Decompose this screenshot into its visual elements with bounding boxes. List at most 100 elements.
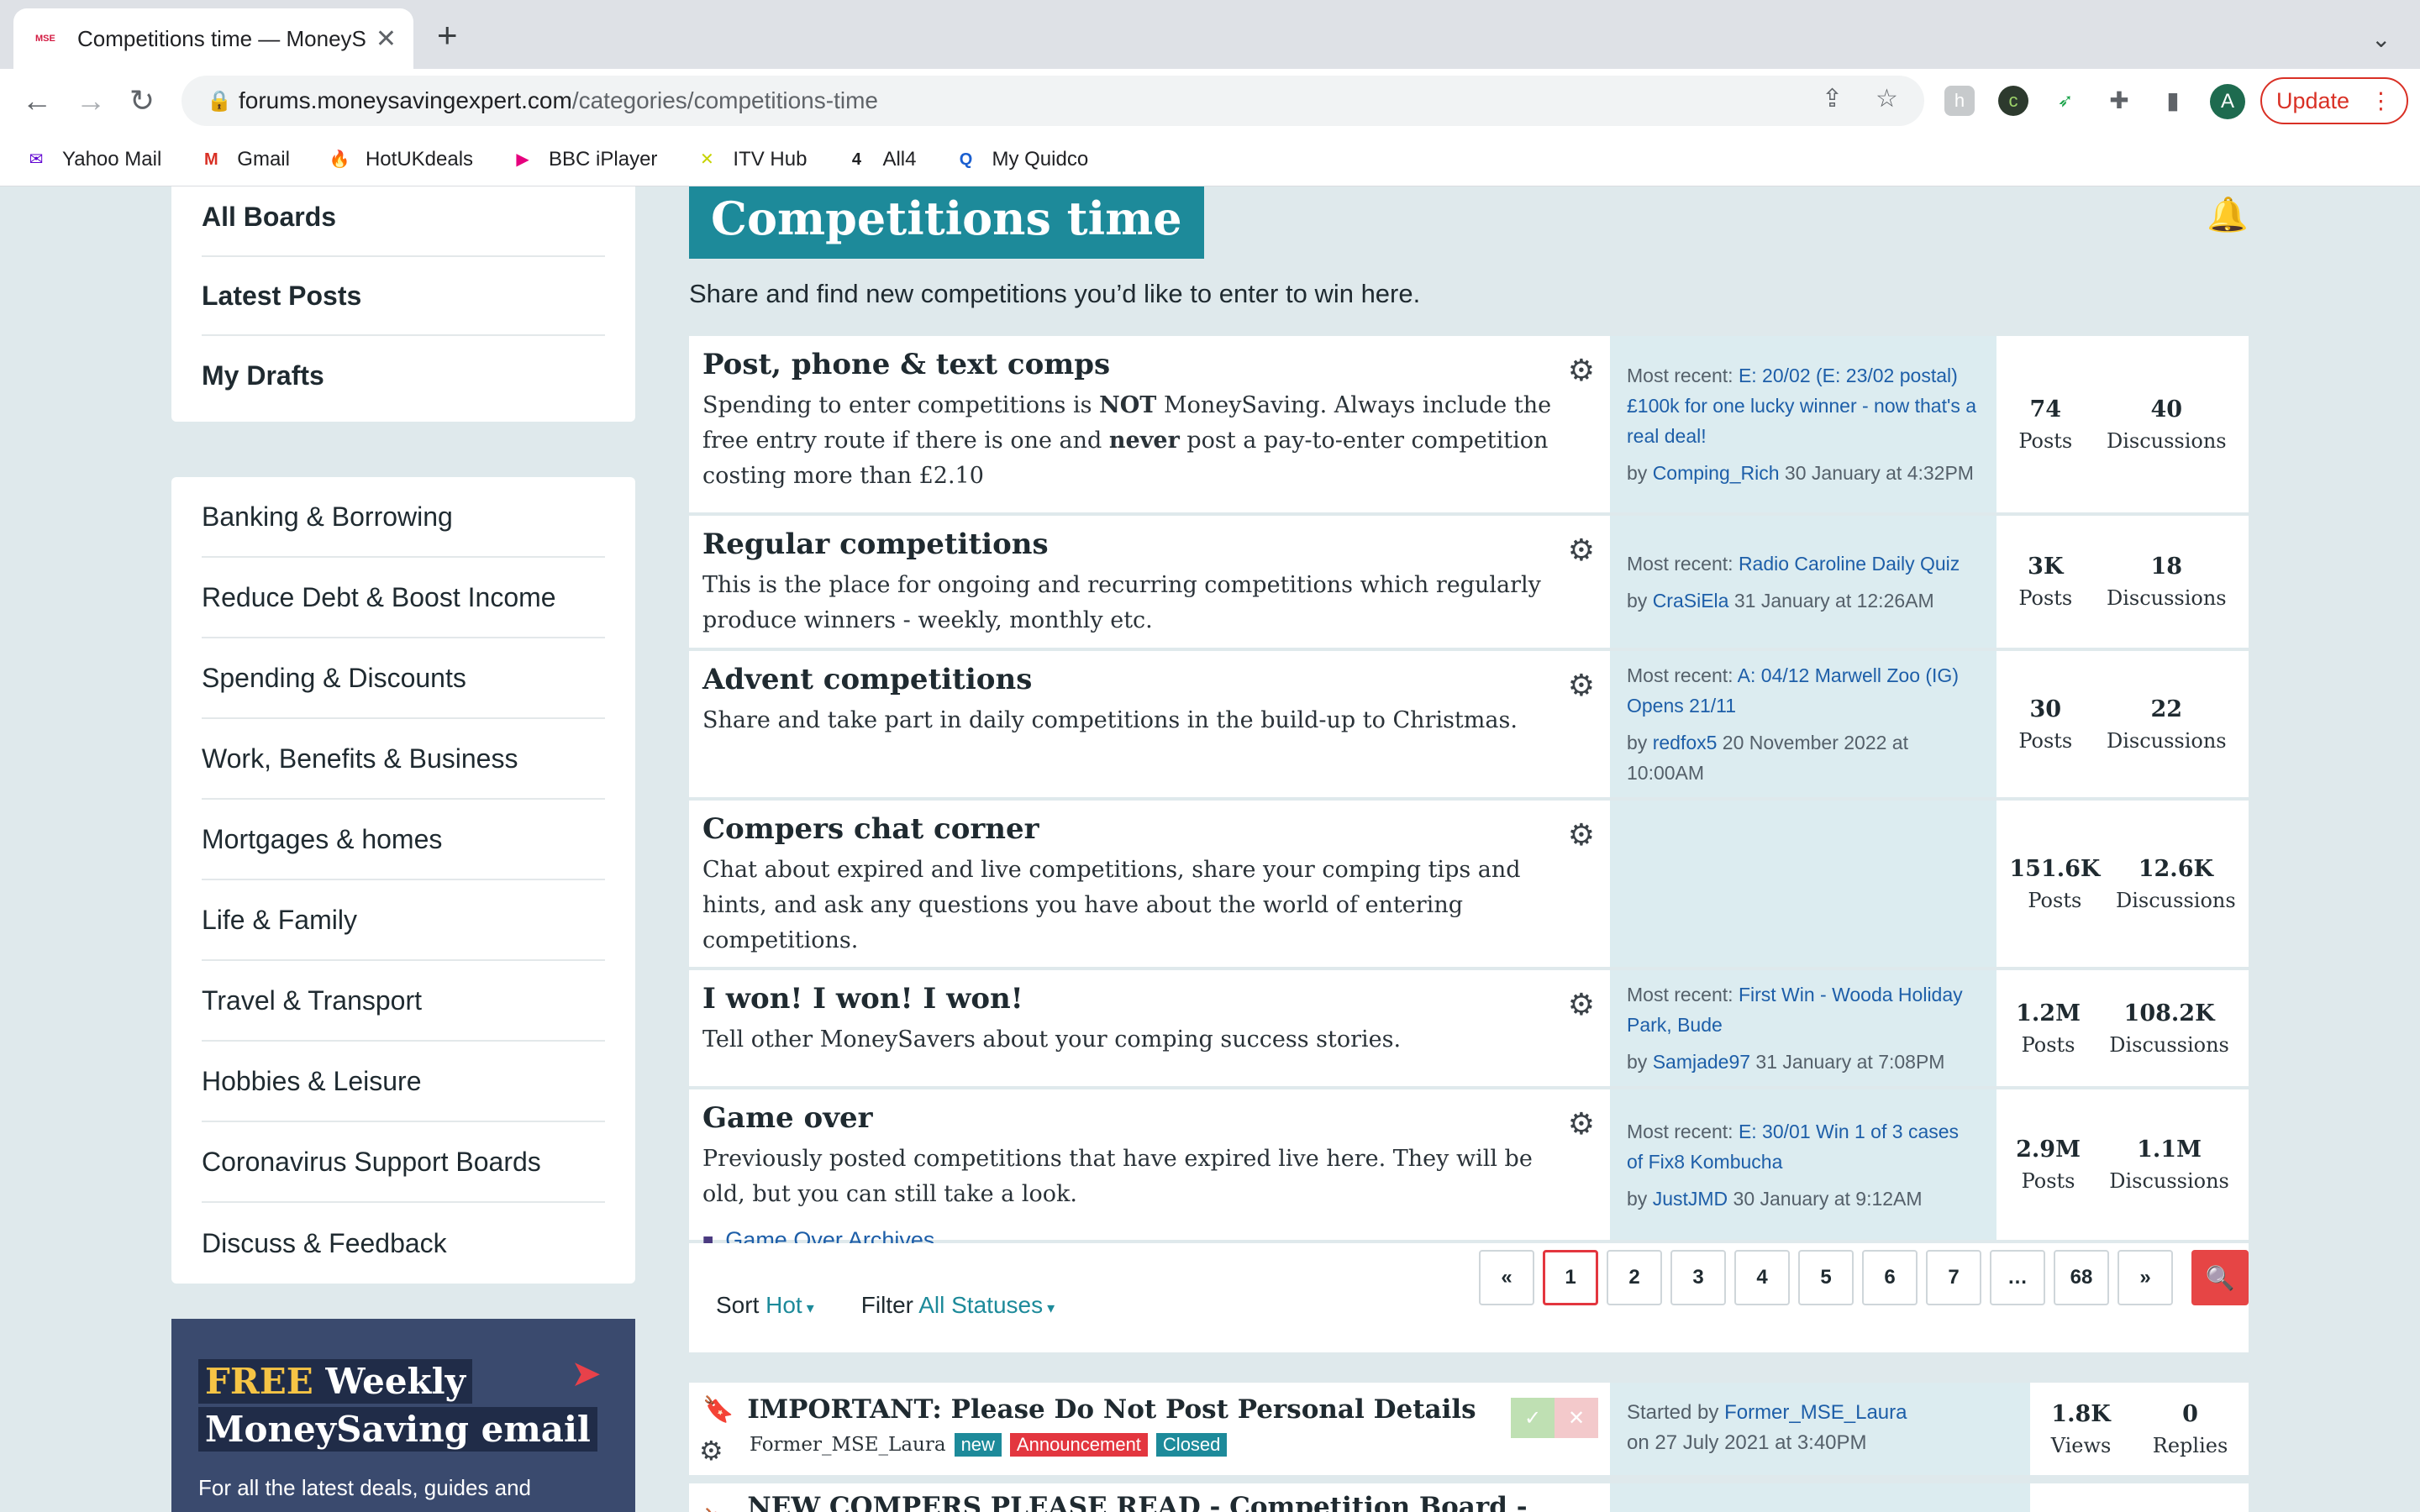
pagination-prev[interactable]: « [1479,1250,1534,1305]
sort-control[interactable]: Sort Hot ▾ [716,1292,814,1319]
filter-control[interactable]: Filter All Statuses ▾ [861,1292,1055,1319]
back-arrow-icon[interactable]: ← [22,82,52,119]
post-time: 31 January at 7:08PM [1750,1051,1945,1073]
reject-close-icon[interactable]: ✕ [1555,1398,1598,1438]
started-by-link[interactable]: Former_MSE_Laura [1724,1401,1907,1424]
gear-icon[interactable]: ⚙ [1568,353,1595,388]
notification-bell-icon[interactable]: 🔔 [2207,195,2249,234]
by-label: by [1627,732,1653,753]
board-name[interactable]: Compers chat corner [702,812,1597,846]
sidebar-item-latest-posts[interactable]: Latest Posts [202,257,605,336]
sidebar-item-reduce-debt-boost-income[interactable]: Reduce Debt & Boost Income [202,558,605,638]
extension-1-icon[interactable]: h [1944,86,1975,116]
pagination-next[interactable]: » [2118,1250,2173,1305]
sidebar-item-travel-transport[interactable]: Travel & Transport [202,961,605,1042]
tab-close-icon[interactable]: ✕ [376,24,397,54]
yahoo-icon: ✉ [29,150,44,169]
new-tab-plus-icon[interactable]: + [437,18,458,53]
bookmark-gmail[interactable]: M Gmail [198,148,290,171]
discussion-title-line: 🔖 NEW COMPERS PLEASE READ - Competition … [702,1492,1597,1512]
board-name[interactable]: Advent competitions [702,663,1597,696]
most-recent-label: Most recent: [1627,664,1738,686]
extensions-puzzle-icon[interactable]: ✚ [2104,86,2134,116]
discussions-label: Discussions [2116,888,2236,912]
author-link[interactable]: Comping_Rich [1653,462,1780,484]
gear-icon[interactable]: ⚙ [1568,1106,1595,1142]
discussion-title[interactable]: IMPORTANT: Please Do Not Post Personal D… [747,1394,1476,1425]
board-name[interactable]: Post, phone & text comps [702,348,1597,381]
extension-2-icon[interactable]: c [1998,86,2028,116]
bookmark-icon[interactable]: 🔖 [702,1508,734,1512]
bookmark-yahoo-mail[interactable]: ✉ Yahoo Mail [24,147,162,171]
extension-3-icon[interactable]: ➶ [2050,86,2081,116]
most-recent-line: Most recent: First Win - Wooda Holiday P… [1627,979,1980,1040]
pagination-page-1[interactable]: 1 [1543,1250,1598,1305]
sidebar-item-work-benefits-business[interactable]: Work, Benefits & Business [202,719,605,800]
author-link[interactable]: redfox5 [1653,732,1718,753]
author-link[interactable]: Samjade97 [1653,1051,1750,1073]
update-button[interactable]: Update ⋮ [2260,77,2408,124]
browser-tab-active[interactable]: MSE Competitions time — MoneySa ✕ [13,8,413,69]
bookmark-star-icon[interactable]: ☆ [1876,84,1898,113]
posts-label: Posts [2021,1032,2075,1057]
board-stats: 151.6K Posts 12.6K Discussions [1996,801,2249,967]
filter-value[interactable]: All Statuses [918,1292,1043,1318]
tab-search-chevron-down-icon[interactable]: ⌄ [2371,25,2391,53]
profile-avatar[interactable]: A [2210,84,2245,119]
gear-icon[interactable]: ⚙ [1568,987,1595,1022]
posts-label: Posts [2028,888,2082,912]
pagination-page-5[interactable]: 5 [1798,1250,1854,1305]
weekly-email-promo[interactable]: ➤ FREE Weekly MoneySaving email For all … [171,1319,635,1512]
posts-stat: 74 Posts [2018,396,2072,453]
discussion-author[interactable]: Former_MSE_Laura [750,1434,946,1456]
author-link[interactable]: JustJMD [1653,1188,1728,1210]
bookmark-my-quidco[interactable]: Q My Quidco [953,148,1088,171]
board-name[interactable]: Regular competitions [702,528,1597,561]
sidebar-item-spending-discounts[interactable]: Spending & Discounts [202,638,605,719]
share-icon[interactable]: ⇪ [1822,84,1843,113]
sidebar-item-discuss-feedback[interactable]: Discuss & Feedback [202,1203,605,1284]
discussion-meta: Former_MSE_Laura new Announcement Closed [702,1433,1597,1457]
bookmark-itv-hub[interactable]: ✕ ITV Hub [694,148,807,171]
pagination-page-7[interactable]: 7 [1926,1250,1981,1305]
sidebar-item-life-family[interactable]: Life & Family [202,880,605,961]
pagination-page-6[interactable]: 6 [1862,1250,1918,1305]
discussions-stat: 12.6K Discussions [2116,856,2236,912]
bookmark-icon[interactable]: 🔖 [702,1395,734,1425]
discussion-title[interactable]: NEW COMPERS PLEASE READ - Competition Bo… [747,1492,1597,1512]
quidco-icon: Q [959,150,973,169]
bookmark-label: Yahoo Mail [62,147,162,171]
board-name[interactable]: I won! I won! I won! [702,982,1597,1016]
lock-icon[interactable]: 🔒 [207,89,239,113]
side-panel-icon[interactable]: ▮ [2158,86,2188,116]
update-label: Update [2275,87,2350,113]
gear-icon[interactable]: ⚙ [699,1435,723,1467]
sidebar-item-banking-borrowing[interactable]: Banking & Borrowing [202,477,605,558]
gear-icon[interactable]: ⚙ [1568,533,1595,568]
search-icon[interactable]: 🔍 [2191,1250,2249,1305]
gear-icon[interactable]: ⚙ [1568,817,1595,853]
address-bar[interactable]: 🔒 forums.moneysavingexpert.com/categorie… [182,76,1924,126]
approve-check-icon[interactable]: ✓ [1511,1398,1555,1438]
author-link[interactable]: CraSiEla [1653,590,1729,612]
board-name[interactable]: Game over [702,1101,1597,1135]
pagination-page-2[interactable]: 2 [1607,1250,1662,1305]
gear-icon[interactable]: ⚙ [1568,668,1595,703]
board-main: Post, phone & text comps ⚙ Spending to ent… [689,336,1610,512]
most-recent-link[interactable]: Radio Caroline Daily Quiz [1739,553,1960,575]
sidebar-item-my-drafts[interactable]: My Drafts [202,336,605,415]
bookmark-bbc-iplayer[interactable]: ▶ BBC iPlayer [510,148,657,171]
sort-value[interactable]: Hot [765,1292,802,1318]
sidebar-item-mortgages-homes[interactable]: Mortgages & homes [202,800,605,880]
reload-icon[interactable]: ↻ [129,82,155,119]
sidebar-item-hobbies-leisure[interactable]: Hobbies & Leisure [202,1042,605,1122]
forward-arrow-icon[interactable]: → [76,82,106,119]
pagination-page-3[interactable]: 3 [1670,1250,1726,1305]
sidebar-item-all-boards[interactable]: All Boards [202,186,605,257]
sidebar-item-coronavirus-support-boards[interactable]: Coronavirus Support Boards [202,1122,605,1203]
pagination-page-last[interactable]: 68 [2054,1250,2109,1305]
pagination-page-4[interactable]: 4 [1734,1250,1790,1305]
bookmark-hotukdeals[interactable]: 🔥 HotUKdeals [327,148,474,171]
bookmark-all4[interactable]: 4 All4 [844,148,917,171]
most-recent-byline: by JustJMD 30 January at 9:12AM [1627,1184,1980,1214]
